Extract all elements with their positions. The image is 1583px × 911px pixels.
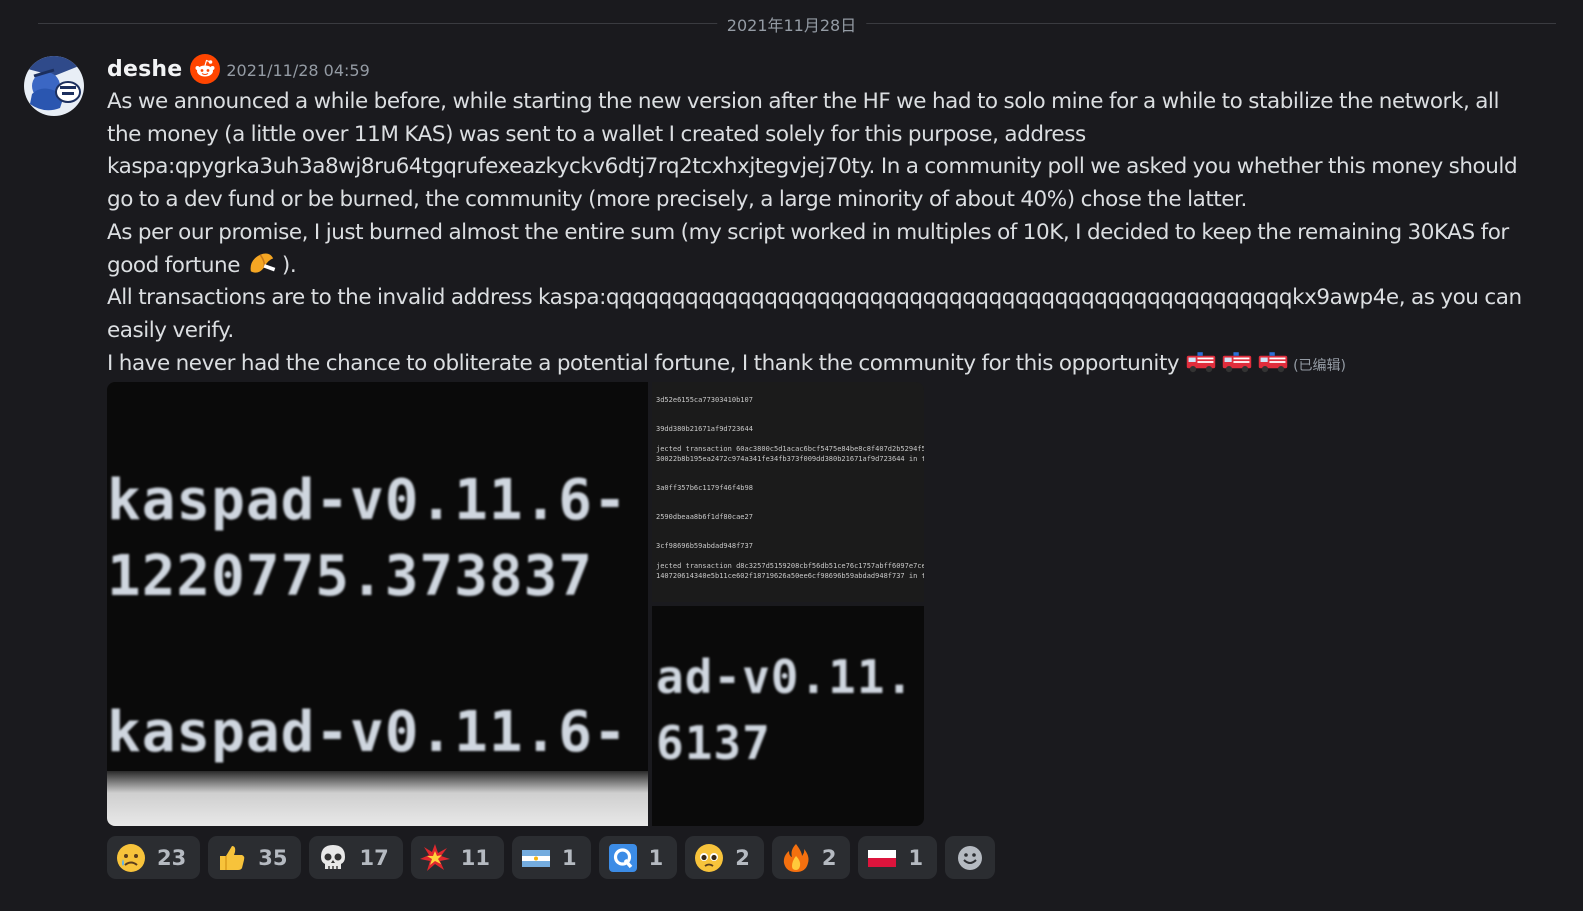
reaction-count: 2 [821,845,837,870]
reaction-thumbs-up[interactable]: 35 [208,836,302,879]
argentina-flag-icon [520,842,552,874]
log-line: 3d52e6155ca77303410b107 [656,396,753,404]
log-line: 140720614340e5b11ce602f18719626a50ee6cf9… [656,572,924,580]
terminal-text: 1220775.373837 [107,544,594,609]
message-text: ). [281,252,297,278]
fire-engine-icon[interactable] [1221,349,1253,375]
message-paragraph: As we announced a while before, while st… [107,89,1518,213]
crying-face-icon [115,842,147,874]
reaction-count: 17 [359,845,389,870]
pleading-face-icon [693,842,725,874]
terminal-text: kaspad-v0.11.6- [107,468,628,533]
add-reaction-button[interactable] [945,836,996,879]
reaction-crying-face[interactable]: 23 [107,836,201,879]
reaction-fire[interactable]: 2 [771,836,851,879]
reaction-bar: 23 35 17 11 1 1 2 2 1 [107,836,996,879]
reaction-q-letter[interactable]: 1 [598,836,678,879]
skull-icon [317,842,349,874]
reaction-count: 11 [460,845,490,870]
terminal-text: kaspad-v0.11.6- [107,700,628,765]
log-line: 2590dbeaa8b6f1df80cae27 [656,513,753,521]
message-text: As per our promise, I just burned almost… [107,219,1509,278]
message-timestamp[interactable]: 2021/11/28 04:59 [226,61,369,80]
reaction-count: 35 [258,845,288,870]
reaction-argentina-flag[interactable]: 1 [511,836,591,879]
reaction-poland-flag[interactable]: 1 [858,836,938,879]
attachment-image-zoom[interactable]: ad-v0.11. 6137 [652,606,924,826]
message-paragraph: All transactions are to the invalid addr… [107,285,1522,343]
reaction-count: 1 [561,845,577,870]
q-letter-icon [607,842,639,874]
message-paragraph: As per our promise, I just burned almost… [107,217,1527,282]
log-line: 39dd380b21671af9d723644 [656,425,753,433]
reaction-collision[interactable]: 11 [410,836,504,879]
log-line: jected transaction 60ac3800c5d1acac6bcf5… [656,445,924,453]
username[interactable]: deshe [107,57,182,82]
terminal-text: ad-v0.11. [656,650,915,704]
reddit-alien-icon[interactable] [190,54,221,84]
collision-icon [419,842,451,874]
thumbs-up-icon [216,842,248,874]
attachment-image-log[interactable]: 3d52e6155ca77303410b107 39dd380b21671af9… [652,382,924,602]
reaction-count: 1 [908,845,924,870]
fortune-cookie-icon[interactable] [246,251,278,277]
log-line: jected transaction d8c3257d5159208cbf56d… [656,562,924,570]
terminal-text: 6137 [656,716,771,770]
fire-engine-icon[interactable] [1257,349,1289,375]
fire-engine-icon[interactable] [1185,349,1217,375]
poland-flag-icon [866,842,898,874]
message-content: As we announced a while before, while st… [107,86,1527,382]
message-header: deshe 2021/11/28 04:59 [107,54,370,84]
fire-icon [780,842,812,874]
message-paragraph: I have never had the chance to obliterat… [107,348,1527,383]
avatar[interactable] [24,56,84,116]
reaction-pleading-face[interactable]: 2 [685,836,764,879]
date-divider-label: 2021年11月28日 [716,12,867,36]
message-text: I have never had the chance to obliterat… [107,350,1186,376]
image-bottom-strip [107,771,648,826]
attachment-image-main[interactable]: kaspad-v0.11.6- 1220775.373837 kaspad-v0… [107,382,648,826]
smiley-icon [958,845,983,870]
log-line: 30022b8b195ea2472c974a341fe34fb373f009dd… [656,455,924,463]
log-line: 3a0ff357b6c1179f46f4b98 [656,484,753,492]
reaction-count: 2 [735,845,750,870]
log-line: 3cf98696b59abdad948f737 [656,542,753,550]
reaction-count: 23 [157,845,187,870]
reaction-count: 1 [648,845,664,870]
edited-label: (已编辑) [1293,357,1347,374]
reaction-skull[interactable]: 17 [309,836,403,879]
